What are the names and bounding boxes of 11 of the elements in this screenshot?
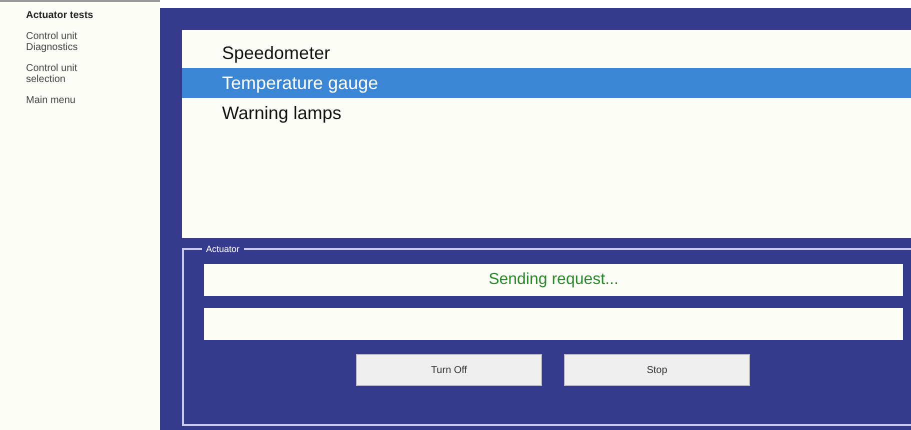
sidebar-item[interactable]: Control unit Diagnostics xyxy=(26,31,106,53)
group-title: Actuator xyxy=(205,244,241,254)
list-item[interactable]: Warning lamps xyxy=(182,98,911,128)
list-item[interactable]: Temperature gauge xyxy=(182,68,911,98)
sidebar-item[interactable]: Control unit selection xyxy=(26,63,106,85)
action-button[interactable]: Stop xyxy=(564,354,750,386)
sidebar-item[interactable]: Actuator tests xyxy=(26,10,106,21)
sidebar-item[interactable]: Main menu xyxy=(26,95,106,106)
list-item[interactable]: Speedometer xyxy=(182,38,911,68)
action-button[interactable]: Turn Off xyxy=(356,354,542,386)
status-field: Sending request... xyxy=(204,264,903,296)
